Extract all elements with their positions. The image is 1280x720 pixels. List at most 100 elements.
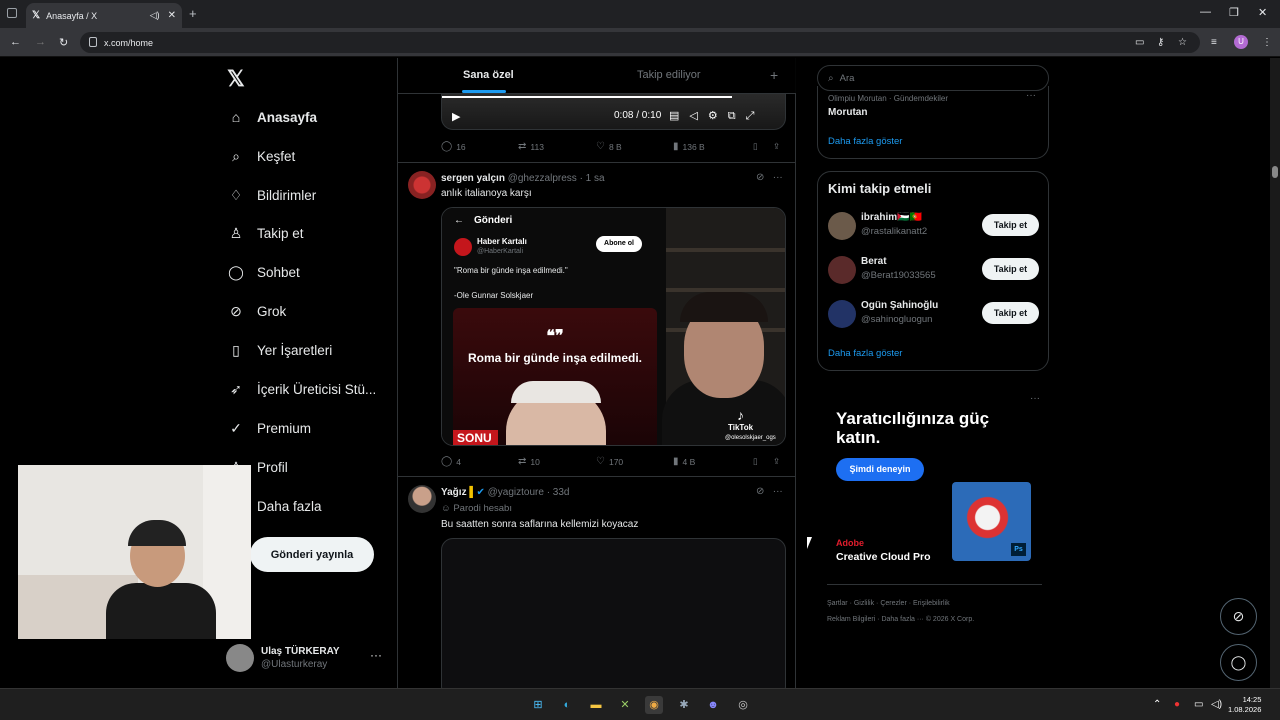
grok-icon[interactable]: ⊘ bbox=[756, 172, 764, 183]
like-button[interactable]: ♡ 8 B bbox=[596, 141, 622, 152]
footer-link[interactable]: Şartlar bbox=[827, 600, 848, 607]
follow-button[interactable]: Takip et bbox=[982, 258, 1039, 280]
post-video[interactable]: ← Gönderi Haber Kartalı @HaberKartali Ab… bbox=[441, 207, 786, 446]
nav-item-1[interactable]: ⌕ Keşfet bbox=[225, 141, 295, 171]
volume-icon[interactable]: ◁) bbox=[1211, 699, 1222, 710]
footer-link[interactable]: Reklam Bilgileri bbox=[827, 616, 875, 623]
footer-link[interactable]: Gizlilik bbox=[854, 600, 874, 607]
suggestion-name[interactable]: ibrahim🇵🇸🇵🇹 bbox=[861, 212, 922, 223]
browser-tab[interactable]: 𝕏 Anasayfa / X ◁) ✕ bbox=[26, 3, 182, 28]
post-button[interactable]: Gönderi yayınla bbox=[250, 537, 374, 572]
reply-button[interactable]: ◯ 16 bbox=[441, 141, 466, 152]
network-icon[interactable]: ▭ bbox=[1194, 699, 1203, 710]
post-more-icon[interactable]: ··· bbox=[773, 486, 783, 497]
app-icon[interactable]: ✱ bbox=[675, 696, 693, 714]
post-author-name[interactable]: Yağız bbox=[441, 487, 467, 498]
repost-button[interactable]: ⇄ 113 bbox=[518, 141, 544, 152]
suggestion-avatar[interactable] bbox=[828, 300, 856, 328]
search-field[interactable]: ⌕ Ara bbox=[817, 65, 1049, 91]
discord-icon[interactable]: ☻ bbox=[704, 696, 722, 714]
show-more-follow[interactable]: Daha fazla göster bbox=[828, 348, 902, 359]
post-author-handle[interactable]: @ghezzalpress bbox=[508, 173, 577, 184]
nav-item-8[interactable]: ✓ Premium bbox=[225, 413, 311, 443]
bookmark-icon[interactable]: ▯ bbox=[753, 456, 758, 467]
account-more-icon[interactable]: ··· bbox=[370, 648, 382, 662]
nav-item-3[interactable]: ♙ Takip et bbox=[225, 218, 304, 248]
nav-item-4[interactable]: ◯ Sohbet bbox=[225, 257, 300, 287]
xbox-icon[interactable]: ✕ bbox=[616, 696, 634, 714]
post-time[interactable]: · 33d bbox=[547, 487, 570, 498]
account-switcher[interactable]: Ulaş TÜRKERAY @Ulasturkeray ··· bbox=[226, 644, 396, 674]
grok-icon[interactable]: ⊘ bbox=[756, 486, 764, 497]
post-avatar[interactable] bbox=[408, 485, 436, 513]
password-key-icon[interactable]: ⚷ bbox=[1157, 37, 1164, 48]
show-more-trends[interactable]: Daha fazla göster bbox=[828, 136, 902, 147]
follow-suggestion[interactable]: ibrahim🇵🇸🇵🇹 @rastalikanatt2 Takip et bbox=[828, 210, 1043, 242]
clock[interactable]: 14:25 1.08.2026 bbox=[1228, 695, 1261, 715]
nav-item-6[interactable]: ▯ Yer İşaretleri bbox=[225, 335, 332, 365]
x-logo[interactable]: 𝕏 bbox=[227, 66, 245, 92]
footer-link[interactable]: Çerezler bbox=[880, 600, 906, 607]
follow-suggestion[interactable]: Berat @Berat19033565 Takip et bbox=[828, 254, 1043, 286]
footer-link[interactable]: Erişilebilirlik bbox=[913, 600, 950, 607]
nav-item-5[interactable]: ⊘ Grok bbox=[225, 296, 286, 326]
add-timeline-icon[interactable]: + bbox=[770, 67, 778, 83]
suggestion-avatar[interactable] bbox=[828, 212, 856, 240]
tray-chevron-icon[interactable]: ⌃ bbox=[1153, 699, 1161, 710]
bookmark-star-icon[interactable]: ☆ bbox=[1178, 37, 1187, 48]
cast-icon[interactable]: ▭ bbox=[1135, 37, 1144, 48]
browser-menu-icon[interactable]: ⋮ bbox=[1262, 37, 1272, 48]
scrollbar[interactable] bbox=[1270, 58, 1280, 688]
follow-button[interactable]: Takip et bbox=[982, 214, 1039, 236]
suggestion-avatar[interactable] bbox=[828, 256, 856, 284]
new-tab-button[interactable]: + bbox=[189, 6, 197, 21]
post-time[interactable]: · 1 sa bbox=[580, 173, 605, 184]
post-avatar[interactable] bbox=[408, 171, 436, 199]
ad-more-icon[interactable]: ··· bbox=[1030, 393, 1040, 404]
share-icon[interactable]: ⇪ bbox=[773, 456, 780, 467]
tab-close-icon[interactable]: ✕ bbox=[168, 10, 176, 21]
windows-start-icon[interactable]: ⊞ bbox=[529, 696, 547, 714]
speaker-icon[interactable]: ◁) bbox=[150, 10, 160, 21]
follow-suggestion[interactable]: Ogün Şahinoğlu @sahinogluogun Takip et bbox=[828, 298, 1043, 330]
site-info-icon[interactable] bbox=[89, 37, 97, 47]
maximize-button[interactable]: ❐ bbox=[1229, 6, 1239, 19]
like-button[interactable]: ♡ 170 bbox=[596, 456, 623, 467]
chrome-icon[interactable]: ◉ bbox=[645, 696, 663, 714]
video-controls[interactable]: ▤◁⚙⧉⤢ bbox=[669, 109, 764, 123]
tab-for-you[interactable]: Sana özel bbox=[463, 69, 514, 81]
video-player[interactable]: ▶ 0:08 / 0:10 ▤◁⚙⧉⤢ bbox=[441, 94, 786, 130]
ad-cta-button[interactable]: Şimdi deneyin bbox=[836, 458, 924, 481]
close-window-button[interactable]: ✕ bbox=[1258, 6, 1267, 19]
repost-button[interactable]: ⇄ 10 bbox=[518, 456, 540, 467]
edge-icon[interactable]: ◐ bbox=[558, 696, 576, 714]
trend-more-icon[interactable]: ··· bbox=[1026, 90, 1036, 101]
forward-icon[interactable]: → bbox=[35, 36, 46, 48]
post-author-name[interactable]: sergen yalçın bbox=[441, 173, 505, 184]
suggestion-name[interactable]: Ogün Şahinoğlu bbox=[861, 300, 938, 311]
share-icon[interactable]: ⇪ bbox=[773, 141, 780, 152]
reload-icon[interactable]: ↻ bbox=[59, 36, 68, 49]
play-icon[interactable]: ▶ bbox=[452, 110, 460, 123]
file-explorer-icon[interactable]: ▬ bbox=[587, 696, 605, 714]
nav-item-7[interactable]: ➶ İçerik Üreticisi Stü... bbox=[225, 374, 376, 404]
back-icon[interactable]: ← bbox=[10, 36, 21, 48]
tab-following[interactable]: Takip ediliyor bbox=[637, 69, 701, 81]
messages-fab[interactable]: ◯ bbox=[1220, 644, 1257, 681]
url-field[interactable]: x.com/home bbox=[80, 32, 1200, 53]
nav-item-0[interactable]: ⌂ Anasayfa bbox=[225, 102, 317, 132]
scrollbar-thumb[interactable] bbox=[1272, 166, 1278, 178]
bookmark-icon[interactable]: ▯ bbox=[753, 141, 758, 152]
nav-item-2[interactable]: ♢ Bildirimler bbox=[225, 180, 317, 210]
views-button[interactable]: ▮ 136 B bbox=[673, 141, 705, 152]
post-author-handle[interactable]: @yagiztoure bbox=[488, 487, 544, 498]
video-progress[interactable] bbox=[442, 96, 732, 98]
tab-list-icon[interactable]: ≡ bbox=[1211, 37, 1217, 48]
views-button[interactable]: ▮ 4 B bbox=[673, 456, 695, 467]
reply-button[interactable]: ◯ 4 bbox=[441, 456, 461, 467]
profile-avatar[interactable]: U bbox=[1234, 35, 1248, 49]
promoted-ad[interactable]: ··· Yaratıcılığınıza güç katın. Şimdi de… bbox=[817, 391, 1049, 587]
suggestion-name[interactable]: Berat bbox=[861, 256, 887, 267]
post-more-icon[interactable]: ··· bbox=[773, 172, 783, 183]
obs-icon[interactable]: ◎ bbox=[734, 696, 752, 714]
